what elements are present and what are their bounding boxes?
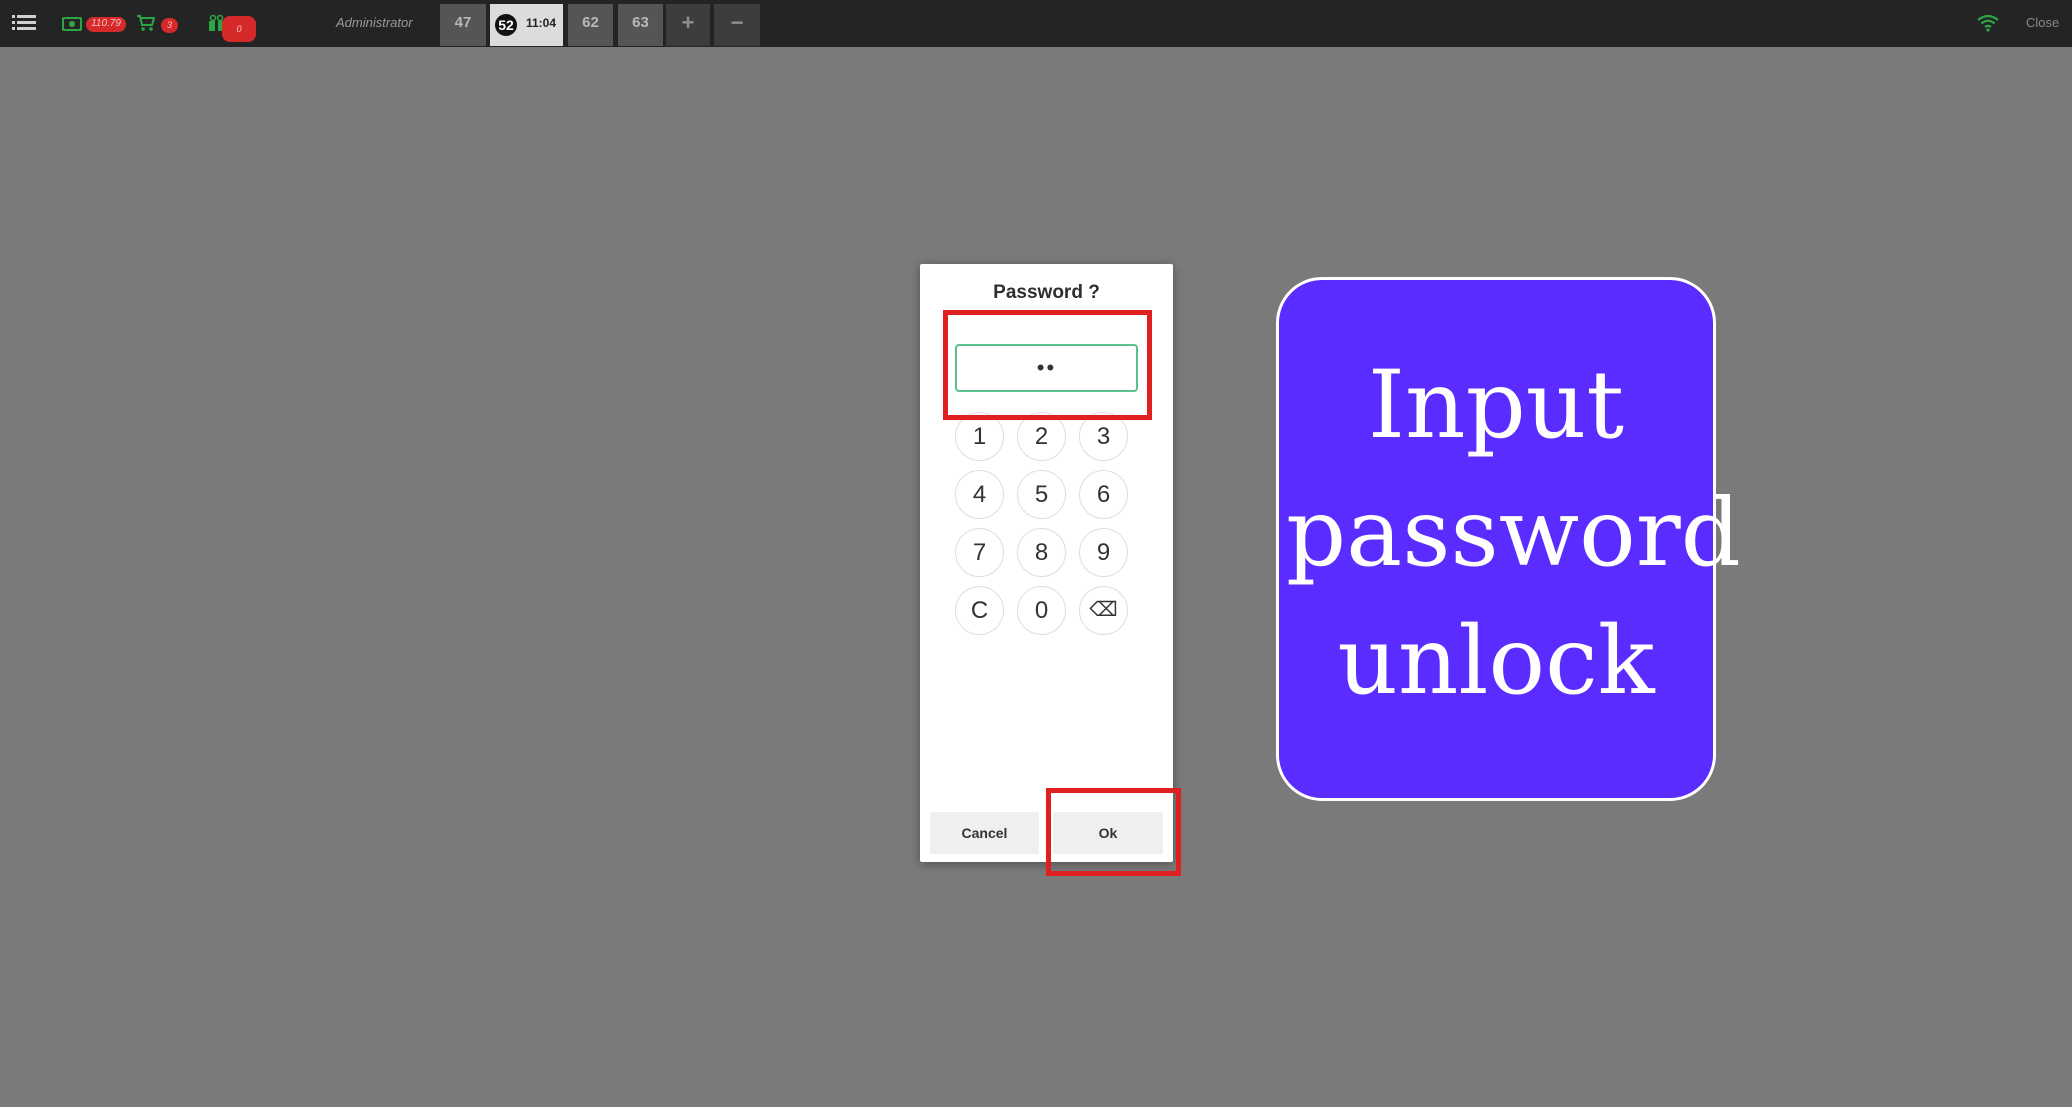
key-9[interactable]: 9 [1079, 528, 1128, 577]
order-tab-62[interactable]: 62 [568, 4, 613, 46]
key-clear[interactable]: C [955, 586, 1004, 635]
wifi-icon [1977, 14, 1999, 32]
cancel-button[interactable]: Cancel [930, 812, 1039, 854]
key-7[interactable]: 7 [955, 528, 1004, 577]
password-field-highlight [943, 310, 1152, 420]
list-menu-icon[interactable] [12, 13, 36, 33]
cart-count-badge: 3 [161, 18, 178, 33]
order-tab-63[interactable]: 63 [618, 4, 663, 46]
remove-tab-button[interactable]: − [714, 4, 760, 46]
instruction-line-3: unlock [1337, 607, 1655, 716]
instruction-line-1: Input [1367, 351, 1625, 460]
cash-icon[interactable] [62, 17, 82, 31]
top-bar: 110.79 3 0 Administrator 47 52 11:04 62 … [0, 0, 2072, 47]
key-4[interactable]: 4 [955, 470, 1004, 519]
instruction-card: Input password unlock [1276, 277, 1741, 801]
gift-count-badge: 0 [222, 16, 256, 42]
user-label: Administrator [336, 15, 413, 30]
cash-amount-badge: 110.79 [86, 17, 126, 32]
tab-number-badge: 52 [495, 14, 517, 36]
order-tab-52-active[interactable]: 52 11:04 [490, 4, 563, 46]
key-8[interactable]: 8 [1017, 528, 1066, 577]
backspace-icon[interactable]: ⌫ [1079, 586, 1128, 635]
key-5[interactable]: 5 [1017, 470, 1066, 519]
key-0[interactable]: 0 [1017, 586, 1066, 635]
key-6[interactable]: 6 [1079, 470, 1128, 519]
instruction-line-2: password [1286, 479, 1741, 588]
tab-time: 11:04 [526, 16, 557, 30]
dialog-title: Password ? [993, 282, 1100, 303]
close-link[interactable]: Close [2026, 15, 2059, 30]
ok-button-highlight [1046, 788, 1181, 876]
cart-icon[interactable] [136, 14, 156, 34]
order-tab-47[interactable]: 47 [440, 4, 486, 46]
add-tab-button[interactable]: + [666, 4, 710, 46]
instruction-text: Input password unlock [1286, 342, 1741, 726]
